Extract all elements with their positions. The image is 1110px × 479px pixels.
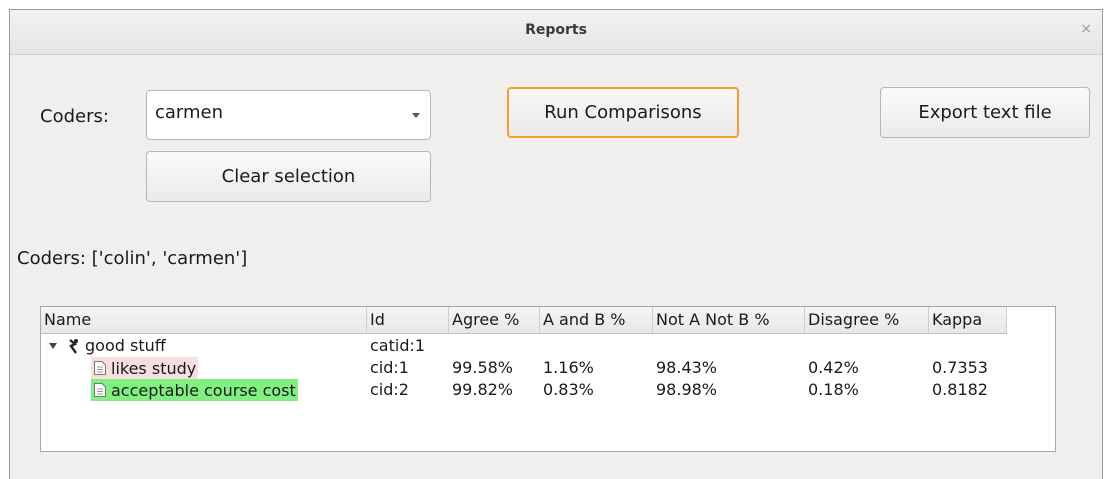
header-agree[interactable]: Agree % <box>449 307 540 333</box>
category-icon <box>69 339 78 354</box>
code-id: cid:1 <box>370 358 409 377</box>
header-kappa[interactable]: Kappa <box>929 307 1007 333</box>
disagree-value: 0.18% <box>808 380 859 399</box>
category-name: good stuff <box>85 336 166 355</box>
category-id: catid:1 <box>370 336 426 355</box>
a-and-b-value: 0.83% <box>543 380 594 399</box>
coders-dropdown[interactable]: carmen <box>146 90 431 140</box>
code-name: acceptable course cost <box>111 380 296 400</box>
clear-selection-button[interactable]: Clear selection <box>146 151 431 202</box>
export-text-file-button[interactable]: Export text file <box>880 87 1090 138</box>
header-name[interactable]: Name <box>41 307 367 333</box>
document-icon <box>94 383 106 397</box>
expand-arrow-icon[interactable] <box>49 343 57 349</box>
comparison-tree[interactable]: Name Id Agree % A and B % Not A Not B % … <box>40 306 1056 452</box>
coders-label: Coders: <box>40 106 109 127</box>
tree-header: Name Id Agree % A and B % Not A Not B % … <box>41 307 1007 334</box>
header-id[interactable]: Id <box>367 307 449 333</box>
kappa-value: 0.7353 <box>932 358 988 377</box>
not-a-not-b-value: 98.98% <box>656 380 718 399</box>
close-icon[interactable]: × <box>1080 21 1092 37</box>
code-name: likes study <box>111 358 197 378</box>
window-title: Reports <box>525 22 587 38</box>
row-highlight: likes study <box>91 357 199 379</box>
run-comparisons-button[interactable]: Run Comparisons <box>507 87 739 138</box>
agree-value: 99.58% <box>452 358 514 377</box>
title-bar[interactable]: Reports × <box>10 10 1102 55</box>
header-a-and-b[interactable]: A and B % <box>540 307 653 333</box>
code-id: cid:2 <box>370 380 409 399</box>
coders-result-text: Coders: ['colin', 'carmen'] <box>17 248 248 269</box>
not-a-not-b-value: 98.43% <box>656 358 718 377</box>
table-row[interactable]: likes study cid:1 99.58% 1.16% 98.43% 0.… <box>41 357 1055 379</box>
disagree-value: 0.42% <box>808 358 859 377</box>
table-row[interactable]: acceptable course cost cid:2 99.82% 0.83… <box>41 379 1055 401</box>
coders-dropdown-value: carmen <box>155 102 224 123</box>
header-disagree[interactable]: Disagree % <box>805 307 929 333</box>
a-and-b-value: 1.16% <box>543 358 594 377</box>
category-row[interactable]: good stuff catid:1 <box>41 335 1055 357</box>
document-icon <box>94 361 106 375</box>
header-not-a-not-b[interactable]: Not A Not B % <box>653 307 805 333</box>
row-highlight: acceptable course cost <box>91 379 298 401</box>
reports-window: Reports × Coders: carmen Clear selection… <box>9 9 1103 479</box>
agree-value: 99.82% <box>452 380 514 399</box>
kappa-value: 0.8182 <box>932 380 988 399</box>
chevron-down-icon <box>412 113 420 118</box>
